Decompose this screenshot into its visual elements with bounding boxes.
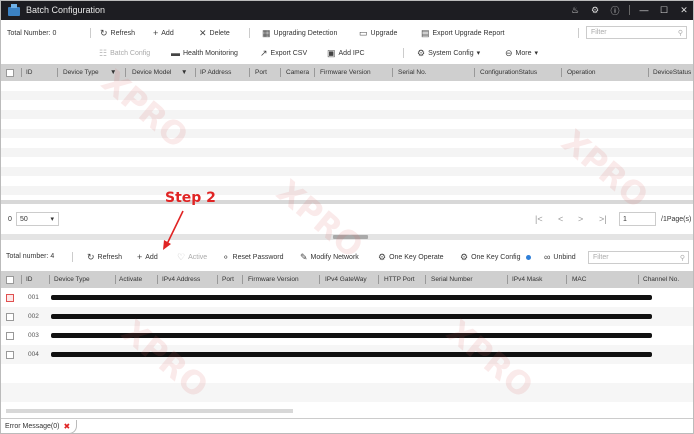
row-checkbox[interactable] — [6, 312, 14, 321]
row-checkbox[interactable] — [6, 293, 14, 302]
row-id: 003 — [28, 332, 39, 339]
modify-network-label: Modify Network — [310, 254, 359, 261]
shield-icon: ♡ — [177, 252, 186, 262]
redacted-row-content — [51, 352, 652, 357]
col-mac[interactable]: MAC — [572, 271, 586, 288]
table-row[interactable]: 001 — [0, 288, 694, 307]
search-icon[interactable]: ⚲ — [680, 254, 685, 262]
table-row[interactable]: 002 — [0, 307, 694, 326]
row-id: 001 — [28, 294, 39, 301]
gear-icon: ⚙ — [378, 252, 387, 262]
plus-icon: + — [137, 252, 143, 262]
horizontal-scrollbar[interactable] — [6, 409, 293, 413]
online-add-button[interactable]: + Add — [137, 252, 158, 262]
activate-button[interactable]: ♡ Active — [177, 252, 207, 263]
one-key-config-label: One Key Config — [471, 254, 521, 261]
online-select-all-checkbox[interactable] — [6, 271, 14, 288]
activate-label: Active — [188, 254, 208, 261]
online-add-label: Add — [145, 253, 158, 261]
redacted-row-content — [51, 314, 652, 319]
col-port[interactable]: Port — [222, 271, 234, 288]
table-row — [0, 364, 694, 383]
pin-icon[interactable]: ✖ — [63, 422, 70, 431]
divider — [72, 252, 73, 262]
info-dot-icon — [525, 255, 531, 260]
col-channel-no[interactable]: Channel No. — [643, 271, 679, 288]
col-serial-number[interactable]: Serial Number — [431, 271, 473, 288]
col-ipv4-address[interactable]: IPv4 Address — [162, 271, 200, 288]
gear-icon: ⚙ — [460, 252, 469, 262]
online-refresh-label: Refresh — [97, 254, 123, 261]
link-icon: ∞ — [544, 252, 551, 262]
refresh-icon: ↻ — [87, 252, 95, 262]
status-bar: Error Message(0) ✖ — [0, 418, 694, 434]
row-checkbox[interactable] — [6, 350, 14, 359]
col-device-type[interactable]: Device Type — [54, 271, 90, 288]
modify-network-button[interactable]: ✎ Modify Network — [300, 252, 359, 263]
col-http-port[interactable]: HTTP Port — [384, 271, 415, 288]
redacted-row-content — [51, 333, 652, 338]
error-message-label: Error Message(0) — [5, 422, 60, 430]
online-refresh-button[interactable]: ↻ Refresh — [87, 252, 122, 263]
row-id: 002 — [28, 313, 39, 320]
table-row[interactable]: 003 — [0, 326, 694, 345]
total-online-label: Total number: 4 — [6, 253, 55, 260]
one-key-config-button[interactable]: ⚙ One Key Config — [460, 252, 531, 263]
error-message-tab[interactable]: Error Message(0) ✖ — [0, 419, 78, 434]
col-ipv4-mask[interactable]: IPv4 Mask — [512, 271, 542, 288]
reset-password-button[interactable]: ⚬ Reset Password — [222, 252, 284, 263]
col-activate[interactable]: Activate — [119, 271, 142, 288]
online-filter-placeholder: Filter — [593, 254, 609, 261]
one-key-operate-label: One Key Operate — [389, 254, 444, 261]
online-filter-input[interactable]: Filter ⚲ — [588, 251, 689, 264]
key-icon: ⚬ — [222, 252, 230, 262]
table-row[interactable]: 004 — [0, 345, 694, 364]
row-checkbox[interactable] — [6, 331, 14, 340]
edit-icon: ✎ — [300, 252, 308, 262]
reset-password-label: Reset Password — [232, 254, 284, 261]
online-table-header: ID Device Type Activate IPv4 Address Por… — [0, 271, 694, 288]
row-id: 004 — [28, 351, 39, 358]
col-id[interactable]: ID — [26, 271, 33, 288]
col-ipv4-gateway[interactable]: IPv4 GateWay — [325, 271, 367, 288]
redacted-row-content — [51, 295, 652, 300]
unbind-button[interactable]: ∞ Unbind — [544, 252, 576, 262]
unbind-label: Unbind — [553, 253, 576, 261]
one-key-operate-button[interactable]: ⚙ One Key Operate — [378, 252, 444, 263]
table-row — [0, 383, 694, 402]
col-firmware-version[interactable]: Firmware Version — [248, 271, 299, 288]
